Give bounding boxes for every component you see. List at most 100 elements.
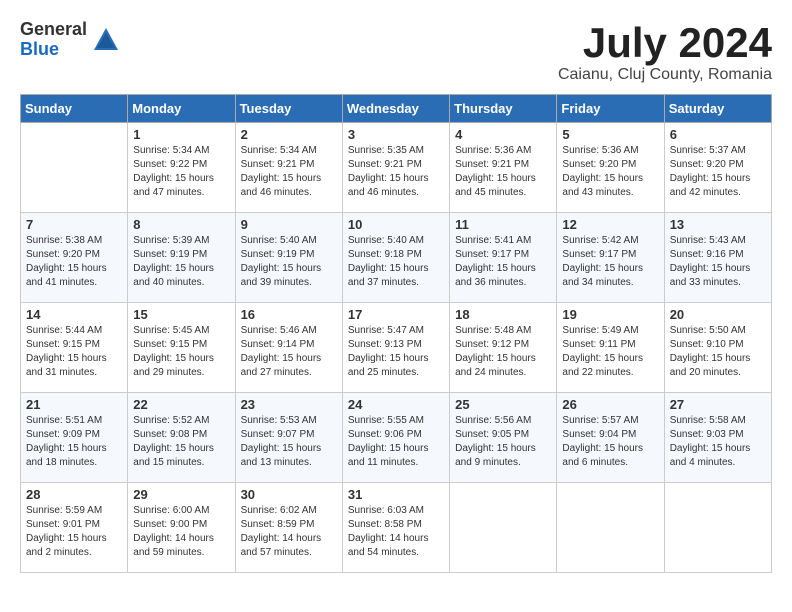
- weekday-header-wednesday: Wednesday: [342, 95, 449, 123]
- cell-content: Sunrise: 5:55 AM Sunset: 9:06 PM Dayligh…: [348, 414, 444, 470]
- day-number: 18: [455, 307, 551, 322]
- day-number: 12: [562, 217, 658, 232]
- calendar-cell: 1 Sunrise: 5:34 AM Sunset: 9:22 PM Daylig…: [128, 123, 235, 213]
- cell-content: Sunrise: 6:00 AM Sunset: 9:00 PM Dayligh…: [133, 504, 229, 560]
- calendar-cell: 29 Sunrise: 6:00 AM Sunset: 9:00 PM Dayli…: [128, 483, 235, 573]
- day-number: 22: [133, 397, 229, 412]
- day-number: 29: [133, 487, 229, 502]
- calendar-cell: 22 Sunrise: 5:52 AM Sunset: 9:08 PM Dayli…: [128, 393, 235, 483]
- day-number: 1: [133, 127, 229, 142]
- cell-content: Sunrise: 5:48 AM Sunset: 9:12 PM Dayligh…: [455, 324, 551, 380]
- day-number: 3: [348, 127, 444, 142]
- day-number: 14: [26, 307, 122, 322]
- day-number: 19: [562, 307, 658, 322]
- logo-blue-text: Blue: [20, 40, 87, 60]
- calendar-cell: 27 Sunrise: 5:58 AM Sunset: 9:03 PM Dayli…: [664, 393, 771, 483]
- calendar-cell: 12 Sunrise: 5:42 AM Sunset: 9:17 PM Dayli…: [557, 213, 664, 303]
- calendar-cell: 19 Sunrise: 5:49 AM Sunset: 9:11 PM Dayli…: [557, 303, 664, 393]
- calendar-cell: 4 Sunrise: 5:36 AM Sunset: 9:21 PM Daylig…: [450, 123, 557, 213]
- cell-content: Sunrise: 5:52 AM Sunset: 9:08 PM Dayligh…: [133, 414, 229, 470]
- cell-content: Sunrise: 5:42 AM Sunset: 9:17 PM Dayligh…: [562, 234, 658, 290]
- weekday-header-monday: Monday: [128, 95, 235, 123]
- calendar-cell: 23 Sunrise: 5:53 AM Sunset: 9:07 PM Dayli…: [235, 393, 342, 483]
- calendar-cell: 14 Sunrise: 5:44 AM Sunset: 9:15 PM Dayli…: [21, 303, 128, 393]
- calendar-cell: 8Sunrise: 5:39 AM Sunset: 9:19 PM Daylig…: [128, 213, 235, 303]
- day-number: 17: [348, 307, 444, 322]
- day-number: 23: [241, 397, 337, 412]
- cell-content: Sunrise: 5:45 AM Sunset: 9:15 PM Dayligh…: [133, 324, 229, 380]
- day-number: 20: [670, 307, 766, 322]
- cell-content: Sunrise: 5:35 AM Sunset: 9:21 PM Dayligh…: [348, 144, 444, 200]
- cell-content: Sunrise: 5:46 AM Sunset: 9:14 PM Dayligh…: [241, 324, 337, 380]
- cell-content: Sunrise: 5:49 AM Sunset: 9:11 PM Dayligh…: [562, 324, 658, 380]
- cell-content: Sunrise: 5:50 AM Sunset: 9:10 PM Dayligh…: [670, 324, 766, 380]
- calendar-week-row: 21 Sunrise: 5:51 AM Sunset: 9:09 PM Dayli…: [21, 393, 772, 483]
- calendar-cell: 9 Sunrise: 5:40 AM Sunset: 9:19 PM Daylig…: [235, 213, 342, 303]
- day-number: 21: [26, 397, 122, 412]
- calendar-table: SundayMondayTuesdayWednesdayThursdayFrid…: [20, 94, 772, 573]
- weekday-header-thursday: Thursday: [450, 95, 557, 123]
- cell-content: Sunrise: 5:51 AM Sunset: 9:09 PM Dayligh…: [26, 414, 122, 470]
- calendar-cell: 13 Sunrise: 5:43 AM Sunset: 9:16 PM Dayli…: [664, 213, 771, 303]
- title-area: July 2024 Caianu, Cluj County, Romania: [558, 20, 772, 84]
- day-number: 25: [455, 397, 551, 412]
- calendar-cell: 16Sunrise: 5:46 AM Sunset: 9:14 PM Dayli…: [235, 303, 342, 393]
- day-number: 24: [348, 397, 444, 412]
- cell-content: Sunrise: 5:39 AM Sunset: 9:19 PM Dayligh…: [133, 234, 229, 290]
- cell-content: Sunrise: 5:40 AM Sunset: 9:18 PM Dayligh…: [348, 234, 444, 290]
- day-number: 7: [26, 217, 122, 232]
- cell-content: Sunrise: 5:53 AM Sunset: 9:07 PM Dayligh…: [241, 414, 337, 470]
- weekday-header-saturday: Saturday: [664, 95, 771, 123]
- calendar-cell: 7 Sunrise: 5:38 AM Sunset: 9:20 PM Daylig…: [21, 213, 128, 303]
- day-number: 15: [133, 307, 229, 322]
- day-number: 2: [241, 127, 337, 142]
- weekday-header-friday: Friday: [557, 95, 664, 123]
- day-number: 9: [241, 217, 337, 232]
- page-header: General Blue July 2024 Caianu, Cluj Coun…: [20, 20, 772, 84]
- day-number: 5: [562, 127, 658, 142]
- weekday-header-tuesday: Tuesday: [235, 95, 342, 123]
- calendar-cell: [557, 483, 664, 573]
- day-number: 27: [670, 397, 766, 412]
- cell-content: Sunrise: 5:40 AM Sunset: 9:19 PM Dayligh…: [241, 234, 337, 290]
- day-number: 6: [670, 127, 766, 142]
- location-title: Caianu, Cluj County, Romania: [558, 66, 772, 84]
- day-number: 13: [670, 217, 766, 232]
- calendar-cell: 17Sunrise: 5:47 AM Sunset: 9:13 PM Dayli…: [342, 303, 449, 393]
- day-number: 10: [348, 217, 444, 232]
- cell-content: Sunrise: 5:43 AM Sunset: 9:16 PM Dayligh…: [670, 234, 766, 290]
- calendar-cell: [664, 483, 771, 573]
- calendar-week-row: 14 Sunrise: 5:44 AM Sunset: 9:15 PM Dayli…: [21, 303, 772, 393]
- calendar-cell: 6 Sunrise: 5:37 AM Sunset: 9:20 PM Daylig…: [664, 123, 771, 213]
- calendar-cell: 24 Sunrise: 5:55 AM Sunset: 9:06 PM Dayli…: [342, 393, 449, 483]
- calendar-cell: 5 Sunrise: 5:36 AM Sunset: 9:20 PM Daylig…: [557, 123, 664, 213]
- cell-content: Sunrise: 5:37 AM Sunset: 9:20 PM Dayligh…: [670, 144, 766, 200]
- logo: General Blue: [20, 20, 121, 60]
- calendar-cell: 18 Sunrise: 5:48 AM Sunset: 9:12 PM Dayli…: [450, 303, 557, 393]
- calendar-week-row: 28Sunrise: 5:59 AM Sunset: 9:01 PM Dayli…: [21, 483, 772, 573]
- cell-content: Sunrise: 6:02 AM Sunset: 8:59 PM Dayligh…: [241, 504, 337, 560]
- cell-content: Sunrise: 5:57 AM Sunset: 9:04 PM Dayligh…: [562, 414, 658, 470]
- cell-content: Sunrise: 6:03 AM Sunset: 8:58 PM Dayligh…: [348, 504, 444, 560]
- calendar-cell: 3 Sunrise: 5:35 AM Sunset: 9:21 PM Daylig…: [342, 123, 449, 213]
- cell-content: Sunrise: 5:44 AM Sunset: 9:15 PM Dayligh…: [26, 324, 122, 380]
- logo-icon: [91, 25, 121, 55]
- calendar-cell: [450, 483, 557, 573]
- day-number: 31: [348, 487, 444, 502]
- calendar-cell: 26Sunrise: 5:57 AM Sunset: 9:04 PM Dayli…: [557, 393, 664, 483]
- calendar-cell: 20 Sunrise: 5:50 AM Sunset: 9:10 PM Dayli…: [664, 303, 771, 393]
- weekday-header-row: SundayMondayTuesdayWednesdayThursdayFrid…: [21, 95, 772, 123]
- calendar-cell: 10 Sunrise: 5:40 AM Sunset: 9:18 PM Dayli…: [342, 213, 449, 303]
- calendar-cell: [21, 123, 128, 213]
- day-number: 28: [26, 487, 122, 502]
- calendar-cell: 25Sunrise: 5:56 AM Sunset: 9:05 PM Dayli…: [450, 393, 557, 483]
- cell-content: Sunrise: 5:38 AM Sunset: 9:20 PM Dayligh…: [26, 234, 122, 290]
- cell-content: Sunrise: 5:34 AM Sunset: 9:22 PM Dayligh…: [133, 144, 229, 200]
- logo-general-text: General: [20, 20, 87, 40]
- cell-content: Sunrise: 5:36 AM Sunset: 9:21 PM Dayligh…: [455, 144, 551, 200]
- cell-content: Sunrise: 5:41 AM Sunset: 9:17 PM Dayligh…: [455, 234, 551, 290]
- cell-content: Sunrise: 5:36 AM Sunset: 9:20 PM Dayligh…: [562, 144, 658, 200]
- calendar-week-row: 1 Sunrise: 5:34 AM Sunset: 9:22 PM Daylig…: [21, 123, 772, 213]
- day-number: 4: [455, 127, 551, 142]
- cell-content: Sunrise: 5:58 AM Sunset: 9:03 PM Dayligh…: [670, 414, 766, 470]
